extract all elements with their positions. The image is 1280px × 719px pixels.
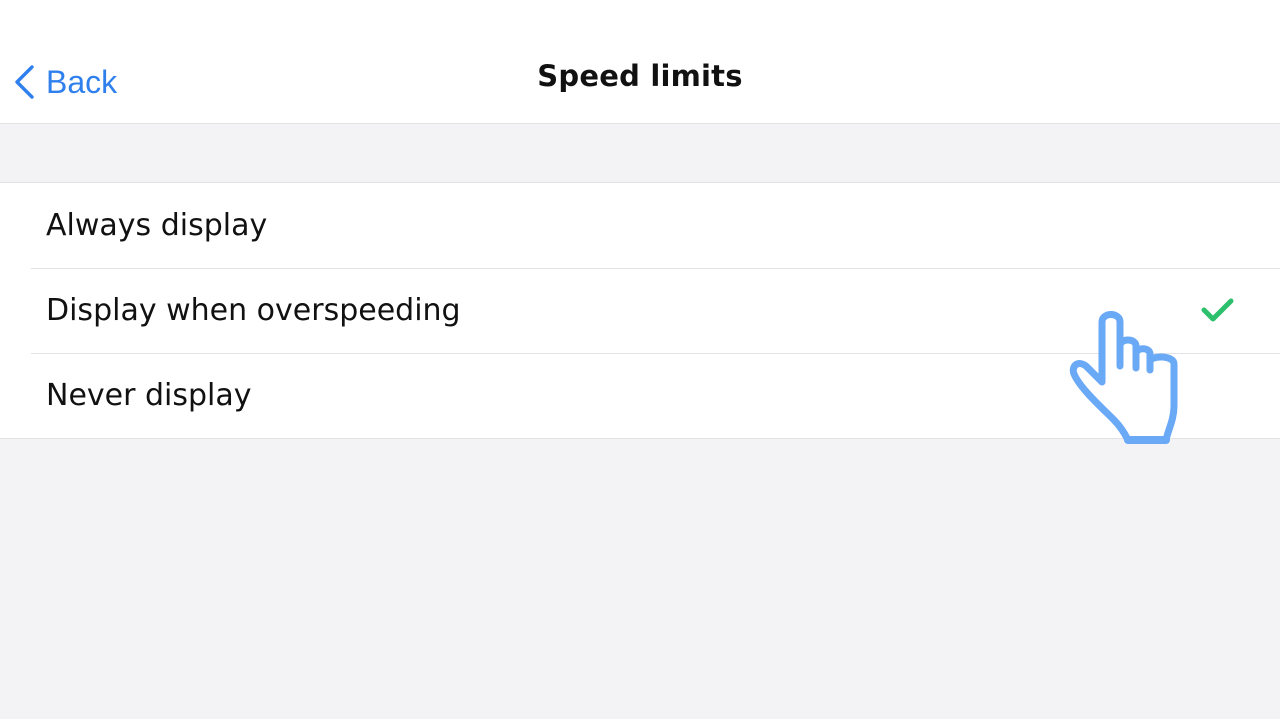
checkmark-icon xyxy=(1201,298,1234,322)
app-window: Back Speed limits Always display Display… xyxy=(0,0,1280,719)
option-display-when-overspeeding[interactable]: Display when overspeeding xyxy=(0,268,1280,353)
option-label: Never display xyxy=(46,378,252,413)
navigation-bar: Back Speed limits xyxy=(0,0,1280,124)
option-never-display[interactable]: Never display xyxy=(0,353,1280,438)
option-label: Display when overspeeding xyxy=(46,293,461,328)
option-always-display[interactable]: Always display xyxy=(0,183,1280,268)
options-list: Always display Display when overspeeding… xyxy=(0,182,1280,439)
option-label: Always display xyxy=(46,208,268,243)
page-title: Speed limits xyxy=(537,59,743,93)
